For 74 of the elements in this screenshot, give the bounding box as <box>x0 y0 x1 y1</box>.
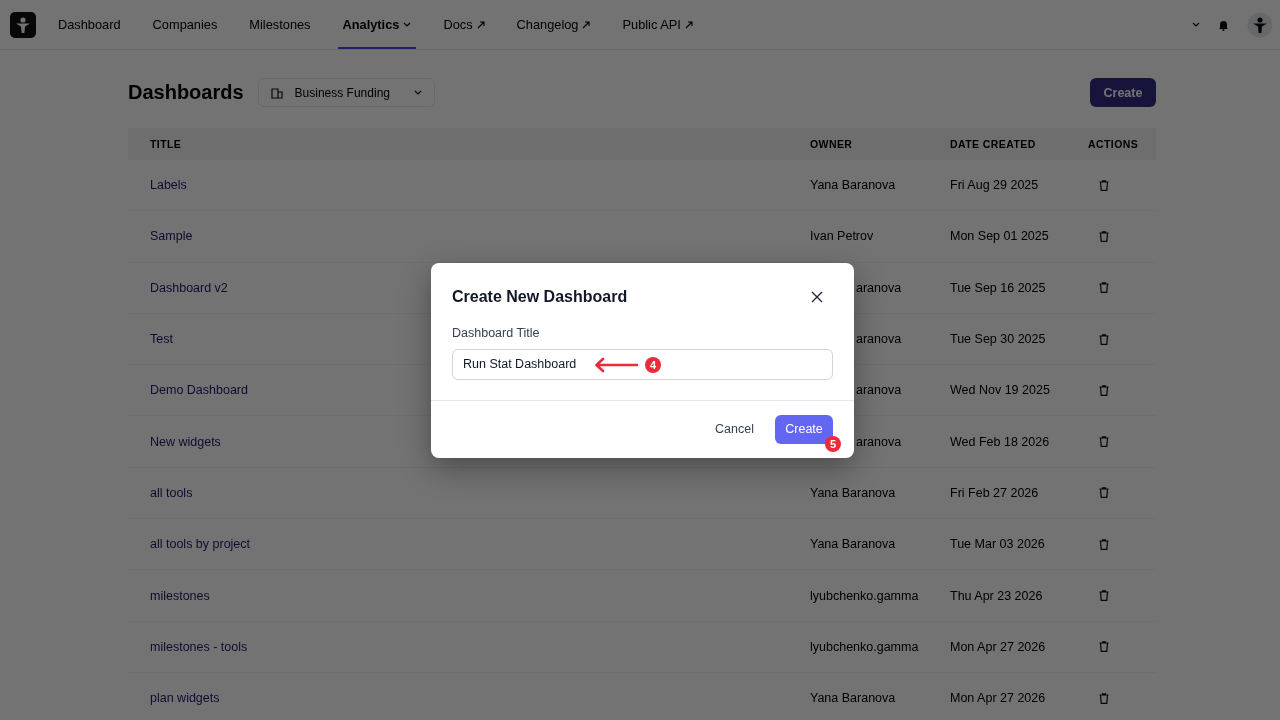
row-title-link[interactable]: Labels <box>150 178 187 193</box>
external-link-icon <box>476 20 485 29</box>
nav-link[interactable]: Public API <box>617 0 698 49</box>
owner-name: aranova <box>856 332 902 347</box>
row-title-link[interactable]: Demo Dashboard <box>150 383 248 398</box>
date-created: Wed Nov 19 2025 <box>950 383 1050 398</box>
nav-link[interactable]: Dashboard <box>53 0 126 49</box>
date-created: Tue Mar 03 2026 <box>950 537 1045 552</box>
create-button[interactable]: Create <box>1090 78 1156 107</box>
nav-link[interactable]: Companies <box>147 0 223 49</box>
chevron-down-icon <box>403 22 412 27</box>
logo-icon[interactable] <box>10 11 36 38</box>
date-created: Fri Feb 27 2026 <box>950 485 1039 500</box>
trash-icon[interactable] <box>1099 230 1109 242</box>
trash-icon[interactable] <box>1099 436 1109 448</box>
column-header: ACTIONS <box>1088 138 1139 150</box>
date-created: Fri Aug 29 2025 <box>950 178 1039 193</box>
row-title-link[interactable]: milestones - tools <box>150 639 248 654</box>
date-created: Mon Apr 27 2026 <box>950 639 1046 654</box>
dialog-title: Create New Dashboard <box>452 286 628 307</box>
row-title-link[interactable]: New widgets <box>150 434 221 449</box>
trash-icon[interactable] <box>1099 282 1109 294</box>
owner-name: Ivan Petrov <box>810 229 874 244</box>
trash-icon[interactable] <box>1099 692 1109 704</box>
trash-icon[interactable] <box>1099 384 1109 396</box>
arrow-icon <box>594 356 638 373</box>
row-title-link[interactable]: all tools by project <box>150 537 251 552</box>
field-label: Dashboard Title <box>452 324 541 341</box>
owner-name: aranova <box>856 434 902 449</box>
trash-icon[interactable] <box>1099 333 1109 345</box>
owner-name: Yana Baranova <box>810 178 896 193</box>
nav-link[interactable]: Changelog <box>511 0 596 49</box>
close-icon[interactable] <box>811 290 823 303</box>
avatar-icon[interactable] <box>1247 11 1273 38</box>
owner-name: Yana Baranova <box>810 537 896 552</box>
nav-link[interactable]: Analytics <box>337 0 417 49</box>
building-icon <box>270 86 283 99</box>
date-created: Mon Apr 27 2026 <box>950 691 1046 706</box>
row-title-link[interactable]: Test <box>150 332 173 347</box>
owner-name: Yana Baranova <box>810 485 896 500</box>
date-created: Wed Feb 18 2026 <box>950 434 1050 449</box>
nav-link[interactable]: Milestones <box>244 0 316 49</box>
owner-name: Yana Baranova <box>810 691 896 706</box>
row-title-link[interactable]: Sample <box>150 229 193 244</box>
chevron-down-icon <box>413 90 422 95</box>
workspace-dropdown[interactable]: Business Funding <box>257 78 435 107</box>
owner-name: lyubchenko.gamma <box>810 588 919 603</box>
date-created: Tue Sep 30 2025 <box>950 332 1046 347</box>
bell-icon[interactable] <box>1218 18 1229 31</box>
page-title: Dashboards <box>128 81 244 104</box>
cancel-button[interactable]: Cancel <box>705 414 764 444</box>
row-title-link[interactable]: milestones <box>150 588 210 603</box>
trash-icon[interactable] <box>1099 538 1109 550</box>
date-created: Mon Sep 01 2025 <box>950 229 1049 244</box>
owner-name: aranova <box>856 383 902 398</box>
column-header: TITLE <box>150 138 182 150</box>
step-badge: 5 <box>825 435 841 452</box>
owner-name: aranova <box>856 280 902 295</box>
trash-icon[interactable] <box>1099 641 1109 653</box>
column-header: OWNER <box>810 138 853 150</box>
row-title-link[interactable]: plan widgets <box>150 691 220 706</box>
trash-icon[interactable] <box>1099 179 1109 191</box>
date-created: Thu Apr 23 2026 <box>950 588 1043 603</box>
row-title-link[interactable]: all tools <box>150 485 193 500</box>
column-header: DATE CREATED <box>950 138 1036 150</box>
date-created: Tue Sep 16 2025 <box>950 280 1046 295</box>
external-link-icon <box>582 20 591 29</box>
trash-icon[interactable] <box>1099 590 1109 601</box>
external-link-icon <box>684 20 693 29</box>
trash-icon[interactable] <box>1099 487 1109 499</box>
chevron-down-icon[interactable] <box>1192 22 1200 27</box>
row-title-link[interactable]: Dashboard v2 <box>150 280 228 295</box>
owner-name: lyubchenko.gamma <box>810 639 919 654</box>
nav-link[interactable]: Docs <box>438 0 490 49</box>
